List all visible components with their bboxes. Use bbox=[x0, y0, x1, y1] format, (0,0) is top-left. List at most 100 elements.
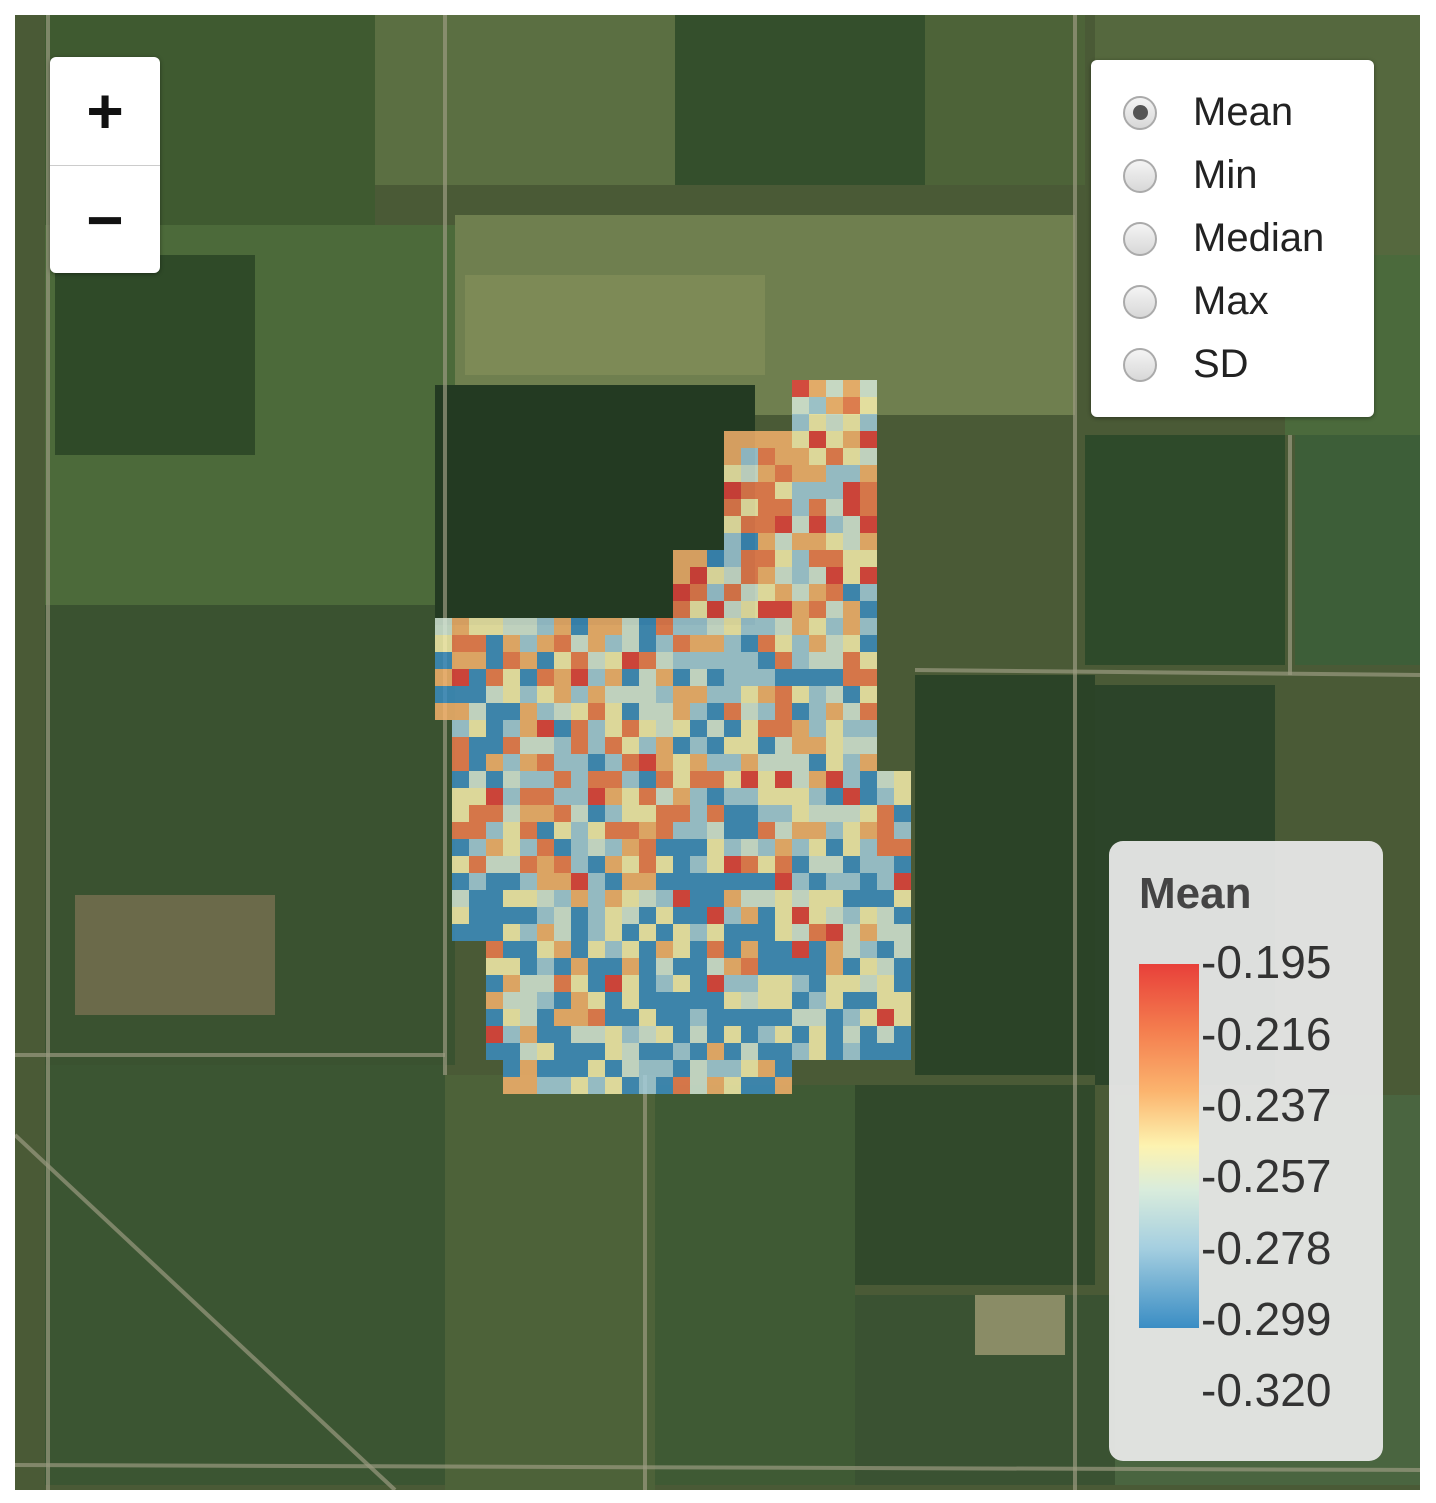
raster-cell bbox=[656, 771, 673, 788]
raster-cell bbox=[758, 567, 775, 584]
raster-cell bbox=[877, 907, 894, 924]
raster-cell bbox=[894, 1043, 911, 1060]
raster-cell bbox=[707, 567, 724, 584]
raster-cell bbox=[860, 703, 877, 720]
radio-button[interactable] bbox=[1123, 221, 1157, 256]
raster-cell bbox=[622, 771, 639, 788]
raster-cell bbox=[860, 720, 877, 737]
radio-button[interactable] bbox=[1123, 347, 1157, 382]
raster-cell bbox=[758, 601, 775, 618]
layer-option-median[interactable]: Median bbox=[1123, 216, 1324, 261]
raster-cell bbox=[605, 975, 622, 992]
raster-cell bbox=[809, 1043, 826, 1060]
radio-button[interactable] bbox=[1123, 95, 1157, 130]
raster-cell bbox=[554, 822, 571, 839]
raster-cell bbox=[469, 924, 486, 941]
raster-cell bbox=[826, 805, 843, 822]
raster-cell bbox=[588, 754, 605, 771]
raster-cell bbox=[452, 652, 469, 669]
raster-cell bbox=[809, 618, 826, 635]
raster-cell bbox=[809, 890, 826, 907]
raster-cell bbox=[571, 635, 588, 652]
raster-cell bbox=[894, 856, 911, 873]
layer-option-max[interactable]: Max bbox=[1123, 279, 1269, 324]
raster-cell bbox=[486, 720, 503, 737]
raster-cell bbox=[622, 635, 639, 652]
raster-cell bbox=[775, 822, 792, 839]
raster-cell bbox=[673, 958, 690, 975]
layer-option-min[interactable]: Min bbox=[1123, 153, 1257, 198]
raster-cell bbox=[571, 924, 588, 941]
raster-cell bbox=[605, 992, 622, 1009]
raster-cell bbox=[843, 788, 860, 805]
raster-cell bbox=[656, 1077, 673, 1094]
raster-cell bbox=[486, 907, 503, 924]
raster-cell bbox=[435, 669, 452, 686]
raster-cell bbox=[860, 601, 877, 618]
raster-cell bbox=[554, 958, 571, 975]
zoom-in-button[interactable]: + bbox=[50, 57, 160, 166]
raster-cell bbox=[826, 907, 843, 924]
raster-cell bbox=[639, 652, 656, 669]
raster-cell bbox=[537, 635, 554, 652]
raster-cell bbox=[775, 499, 792, 516]
raster-cell bbox=[537, 975, 554, 992]
raster-cell bbox=[741, 482, 758, 499]
raster-cell bbox=[860, 482, 877, 499]
raster-cell bbox=[571, 907, 588, 924]
raster-cell bbox=[741, 992, 758, 1009]
raster-cell bbox=[571, 1009, 588, 1026]
layer-option-sd[interactable]: SD bbox=[1123, 342, 1249, 387]
raster-cell bbox=[809, 771, 826, 788]
satellite-map[interactable]: + − Mean Min Median Max SD Mean -0.195 -… bbox=[15, 15, 1420, 1490]
raster-cell bbox=[588, 618, 605, 635]
raster-cell bbox=[503, 1060, 520, 1077]
raster-cell bbox=[775, 567, 792, 584]
raster-cell bbox=[809, 652, 826, 669]
raster-cell bbox=[843, 771, 860, 788]
raster-cell bbox=[571, 958, 588, 975]
raster-cell bbox=[571, 873, 588, 890]
raster-cell bbox=[775, 890, 792, 907]
raster-cell bbox=[554, 686, 571, 703]
raster-cell bbox=[673, 635, 690, 652]
raster-cell bbox=[724, 1026, 741, 1043]
raster-cell bbox=[826, 499, 843, 516]
raster-cell bbox=[571, 805, 588, 822]
raster-cell bbox=[809, 550, 826, 567]
raster-cell bbox=[622, 805, 639, 822]
legend-tick: -0.216 bbox=[1201, 1008, 1332, 1060]
zoom-out-button[interactable]: − bbox=[50, 166, 160, 273]
raster-cell bbox=[486, 958, 503, 975]
raster-cell bbox=[656, 686, 673, 703]
raster-cell bbox=[775, 907, 792, 924]
raster-cell bbox=[656, 958, 673, 975]
radio-button[interactable] bbox=[1123, 158, 1157, 193]
raster-cell bbox=[673, 567, 690, 584]
raster-cell bbox=[622, 907, 639, 924]
raster-cell bbox=[809, 737, 826, 754]
raster-cell bbox=[520, 924, 537, 941]
raster-cell bbox=[843, 958, 860, 975]
raster-cell bbox=[843, 822, 860, 839]
raster-cell bbox=[809, 686, 826, 703]
raster-cell bbox=[622, 754, 639, 771]
raster-cell bbox=[503, 890, 520, 907]
raster-cell bbox=[639, 1077, 656, 1094]
raster-cell bbox=[758, 1043, 775, 1060]
layer-label: Median bbox=[1193, 216, 1325, 260]
raster-cell bbox=[554, 907, 571, 924]
raster-cell bbox=[826, 686, 843, 703]
raster-cell bbox=[673, 584, 690, 601]
raster-cell bbox=[775, 720, 792, 737]
raster-cell bbox=[724, 601, 741, 618]
raster-cell bbox=[741, 941, 758, 958]
raster-cell bbox=[554, 720, 571, 737]
radio-button[interactable] bbox=[1123, 284, 1157, 319]
layer-option-mean[interactable]: Mean bbox=[1123, 90, 1293, 135]
raster-cell bbox=[520, 1060, 537, 1077]
raster-cell bbox=[894, 975, 911, 992]
raster-cell bbox=[588, 1043, 605, 1060]
raster-cell bbox=[520, 1043, 537, 1060]
raster-cell bbox=[843, 992, 860, 1009]
